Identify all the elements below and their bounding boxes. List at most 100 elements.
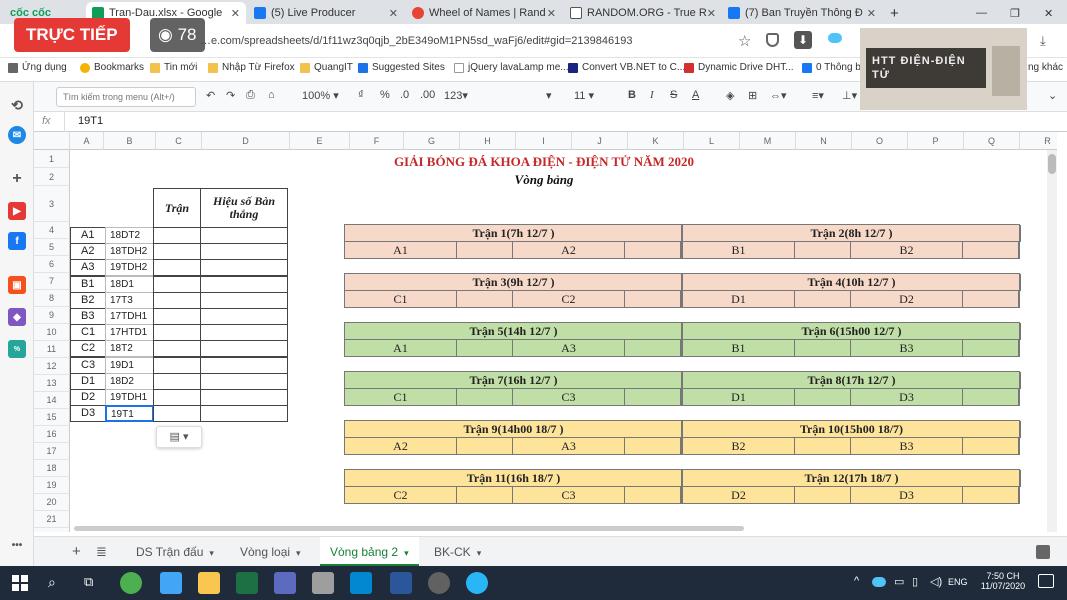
row-header[interactable]: 3 xyxy=(34,186,70,222)
row-header[interactable]: 21 xyxy=(34,511,70,528)
row-header[interactable]: 20 xyxy=(34,494,70,511)
column-header[interactable]: B xyxy=(104,132,156,150)
currency-button[interactable]: ₫ xyxy=(358,89,364,101)
coccoc-taskbar-icon[interactable] xyxy=(120,572,142,594)
tools-taskbar-icon[interactable] xyxy=(312,572,334,594)
paste-options-icon[interactable]: ▤ ▾ xyxy=(156,426,202,448)
row-header[interactable]: 2 xyxy=(34,168,70,186)
zalo-taskbar-icon[interactable] xyxy=(350,572,372,594)
row-header[interactable]: 12 xyxy=(34,358,70,375)
match-title[interactable]: Trận 2(8h 12/7 ) xyxy=(683,225,1021,242)
tran-cell[interactable] xyxy=(153,405,201,423)
match-home-team[interactable]: C1 xyxy=(345,389,457,406)
search-icon[interactable]: ⌕ xyxy=(48,574,56,591)
borders-icon[interactable]: ⊞ xyxy=(748,89,757,102)
team-name-cell[interactable]: 19D1 xyxy=(105,356,154,374)
column-header[interactable]: C xyxy=(156,132,202,150)
close-icon[interactable]: ✕ xyxy=(547,7,556,20)
sheet-tab[interactable]: Vòng bảng 2 ▾ xyxy=(320,537,419,567)
hieu-so-cell[interactable] xyxy=(200,324,288,342)
hieu-so-cell[interactable] xyxy=(200,405,288,423)
match-away-team[interactable]: A2 xyxy=(513,242,625,259)
row-header[interactable]: 9 xyxy=(34,307,70,324)
clock[interactable]: 7:50 CH 11/07/2020 xyxy=(978,571,1028,591)
match-away-team[interactable]: A3 xyxy=(513,340,625,357)
bookmark-firefox[interactable]: Nhập Từ Firefox xyxy=(208,62,295,73)
match-away-team[interactable]: C2 xyxy=(513,291,625,308)
team-name-cell[interactable]: 17HTD1 xyxy=(105,324,154,342)
match-title[interactable]: Trận 6(15h00 12/7 ) xyxy=(683,323,1021,340)
hieu-so-cell[interactable] xyxy=(200,372,288,390)
match-title[interactable]: Trận 9(14h00 18/7 ) xyxy=(345,421,683,438)
facebook-icon[interactable]: f xyxy=(8,232,26,250)
tran-cell[interactable] xyxy=(153,340,201,358)
row-header[interactable]: 13 xyxy=(34,375,70,392)
match-away-score[interactable] xyxy=(625,340,681,357)
match-home-team[interactable]: D2 xyxy=(683,487,795,504)
team-name-cell[interactable]: 18D1 xyxy=(105,275,154,293)
notes-taskbar-icon[interactable] xyxy=(160,572,182,594)
row-header[interactable]: 11 xyxy=(34,341,70,358)
row-header[interactable]: 7 xyxy=(34,273,70,290)
window-close-button[interactable]: ✕ xyxy=(1038,2,1062,24)
shield-icon[interactable] xyxy=(766,33,779,47)
horizontal-scroll-thumb[interactable] xyxy=(74,526,744,531)
column-header[interactable]: G xyxy=(404,132,460,150)
close-icon[interactable]: ✕ xyxy=(867,7,876,20)
column-header[interactable]: Q xyxy=(964,132,1020,150)
match-home-score[interactable] xyxy=(795,291,851,308)
tran-cell[interactable] xyxy=(153,324,201,342)
row-header[interactable]: 8 xyxy=(34,290,70,307)
add-icon[interactable]: + xyxy=(8,170,26,188)
messenger-icon[interactable]: ✉ xyxy=(8,126,26,144)
vertical-scrollbar[interactable] xyxy=(1047,150,1057,532)
match-home-score[interactable] xyxy=(457,389,513,406)
row-header[interactable]: 6 xyxy=(34,256,70,273)
column-header[interactable]: A xyxy=(70,132,104,150)
row-header[interactable]: 15 xyxy=(34,409,70,426)
close-icon[interactable]: ✕ xyxy=(389,7,398,20)
explore-icon[interactable] xyxy=(1036,545,1050,559)
tran-cell[interactable] xyxy=(153,259,201,277)
cloud-tray-icon[interactable] xyxy=(872,577,886,587)
sheet-tab[interactable]: BK-CK ▾ xyxy=(424,537,491,567)
team-code-cell[interactable]: C3 xyxy=(70,356,106,374)
minimize-button[interactable]: — xyxy=(970,2,994,24)
match-home-team[interactable]: B2 xyxy=(683,438,795,455)
match-home-team[interactable]: A1 xyxy=(345,242,457,259)
close-icon[interactable]: ✕ xyxy=(707,7,716,20)
all-sheets-button[interactable]: ≣ xyxy=(96,544,107,560)
team-name-cell[interactable]: 18D2 xyxy=(105,372,154,390)
zoom-select[interactable]: 100% ▾ xyxy=(302,89,339,102)
team-code-cell[interactable]: B1 xyxy=(70,275,106,293)
match-title[interactable]: Trận 12(17h 18/7 ) xyxy=(683,470,1021,487)
tran-cell[interactable] xyxy=(153,243,201,261)
team-code-cell[interactable]: D3 xyxy=(70,405,106,423)
hieu-so-cell[interactable] xyxy=(200,227,288,244)
match-home-team[interactable]: A1 xyxy=(345,340,457,357)
paint-format-icon[interactable]: ⌂ xyxy=(268,89,275,101)
sheet-tab[interactable]: DS Trận đấu ▾ xyxy=(126,537,224,567)
team-name-cell[interactable]: 17T3 xyxy=(105,291,154,309)
match-home-team[interactable]: D1 xyxy=(683,389,795,406)
hieu-so-cell[interactable] xyxy=(200,340,288,358)
row-header[interactable]: 16 xyxy=(34,426,70,443)
italic-button[interactable]: I xyxy=(650,89,654,101)
font-select-arrow[interactable]: ▾ xyxy=(546,89,552,102)
match-title[interactable]: Trận 7(16h 12/7 ) xyxy=(345,372,683,389)
match-away-team[interactable]: A3 xyxy=(513,438,625,455)
team-code-cell[interactable]: C2 xyxy=(70,340,106,358)
match-home-team[interactable]: A2 xyxy=(345,438,457,455)
column-header[interactable]: R xyxy=(1020,132,1057,150)
match-away-score[interactable] xyxy=(963,438,1019,455)
decrease-decimal-button[interactable]: .0 xyxy=(400,89,409,101)
match-home-score[interactable] xyxy=(795,242,851,259)
chevron-down-icon[interactable]: ▾ xyxy=(477,548,482,558)
match-home-score[interactable] xyxy=(795,340,851,357)
download-arrow-icon[interactable]: ⤓ xyxy=(1040,33,1046,49)
sheet-tab[interactable]: Vòng loại ▾ xyxy=(230,537,311,567)
align-icon[interactable]: ≡▾ xyxy=(812,89,824,102)
bookmark-quangit[interactable]: QuangIT xyxy=(300,62,353,73)
match-home-team[interactable]: D1 xyxy=(683,291,795,308)
column-header[interactable]: F xyxy=(350,132,404,150)
